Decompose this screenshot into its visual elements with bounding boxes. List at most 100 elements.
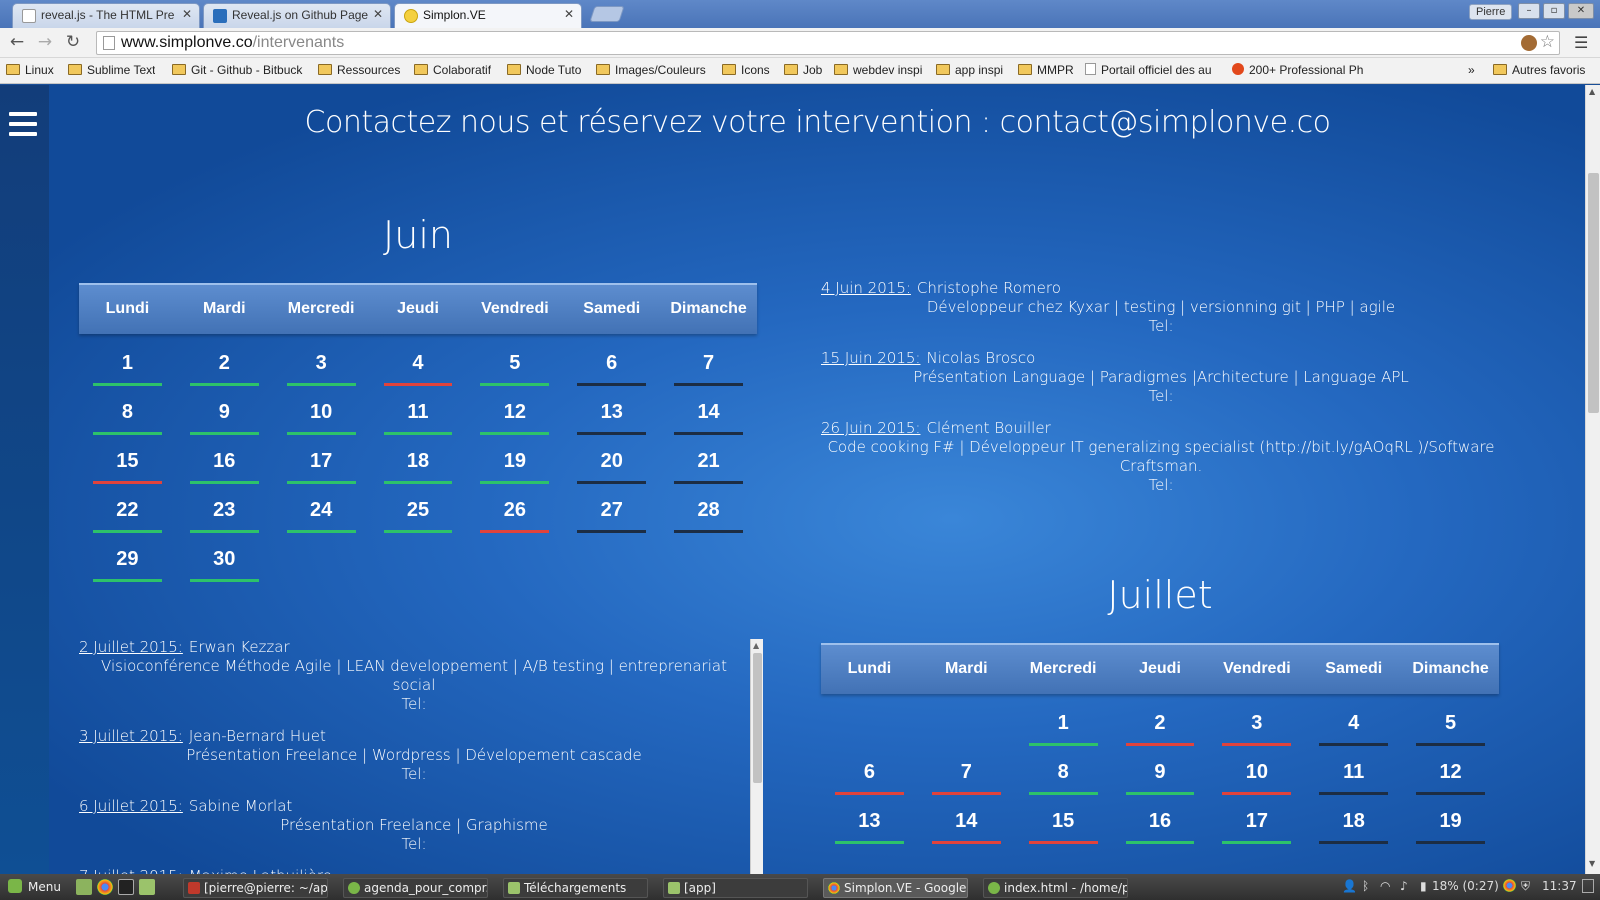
scroll-up-arrow-icon[interactable]: ▲ bbox=[753, 641, 759, 650]
calendar-day[interactable]: 19 bbox=[466, 444, 563, 493]
chrome-tray-icon[interactable] bbox=[1503, 879, 1516, 892]
minimize-button[interactable]: – bbox=[1518, 3, 1540, 19]
bookmark-folder[interactable]: Ressources bbox=[318, 63, 400, 77]
terminal-launcher-icon[interactable] bbox=[118, 879, 134, 895]
maximize-button[interactable]: ▫ bbox=[1543, 3, 1565, 19]
calendar-day[interactable]: 19 bbox=[1402, 804, 1499, 853]
bookmark-folder[interactable]: Colaboratif bbox=[414, 63, 491, 77]
calendar-day[interactable]: 9 bbox=[176, 395, 273, 444]
calendar-day[interactable]: 12 bbox=[466, 395, 563, 444]
close-icon[interactable]: ✕ bbox=[373, 7, 383, 21]
bookmark-folder[interactable]: MMPR bbox=[1018, 63, 1074, 77]
calendar-day[interactable]: 21 bbox=[660, 444, 757, 493]
bookmark-folder[interactable]: Job bbox=[784, 63, 822, 77]
calendar-day[interactable]: 8 bbox=[79, 395, 176, 444]
files-launcher-icon[interactable] bbox=[139, 879, 155, 895]
events-scrollbar[interactable]: ▲ bbox=[750, 639, 763, 874]
calendar-day[interactable]: 15 bbox=[79, 444, 176, 493]
calendar-day[interactable]: 4 bbox=[370, 346, 467, 395]
browser-menu-icon[interactable]: ☰ bbox=[1574, 33, 1588, 52]
calendar-day[interactable]: 13 bbox=[563, 395, 660, 444]
show-desktop-button[interactable] bbox=[1582, 879, 1594, 893]
event-date-link[interactable]: 2 Juillet 2015: bbox=[79, 638, 183, 656]
bookmarks-overflow-button[interactable]: » bbox=[1468, 63, 1475, 77]
battery-icon[interactable]: ▮ bbox=[1420, 879, 1427, 893]
bookmark-folder[interactable]: app inspi bbox=[936, 63, 1003, 77]
tab-simplonve[interactable]: Simplon.VE ✕ bbox=[394, 3, 582, 29]
calendar-day[interactable]: 11 bbox=[370, 395, 467, 444]
bookmark-link[interactable]: Portail officiel des au bbox=[1085, 63, 1227, 77]
event-date-link[interactable]: 26 Juin 2015: bbox=[821, 419, 920, 437]
calendar-day[interactable]: 24 bbox=[273, 493, 370, 542]
calendar-day[interactable]: 1 bbox=[79, 346, 176, 395]
bookmark-folder[interactable]: Linux bbox=[6, 63, 54, 77]
calendar-day[interactable]: 16 bbox=[176, 444, 273, 493]
calendar-day[interactable]: 14 bbox=[918, 804, 1015, 853]
user-icon[interactable]: 👤 bbox=[1342, 879, 1357, 893]
back-button[interactable]: ← bbox=[7, 32, 27, 52]
calendar-day[interactable]: 22 bbox=[79, 493, 176, 542]
calendar-day[interactable]: 18 bbox=[1305, 804, 1402, 853]
scroll-down-arrow-icon[interactable]: ▼ bbox=[1589, 859, 1595, 868]
address-bar[interactable]: www.simplonve.co/intervenants ☆ bbox=[96, 31, 1560, 55]
july-events-list[interactable]: 2 Juillet 2015: Erwan Kezzar Visioconféren… bbox=[79, 638, 749, 874]
new-tab-button[interactable] bbox=[589, 6, 625, 22]
calendar-day[interactable]: 7 bbox=[918, 755, 1015, 804]
scrollbar-thumb[interactable] bbox=[1588, 173, 1599, 413]
calendar-day[interactable]: 14 bbox=[660, 395, 757, 444]
scroll-up-arrow-icon[interactable]: ▲ bbox=[1589, 87, 1595, 96]
calendar-day[interactable]: 10 bbox=[1208, 755, 1305, 804]
calendar-day[interactable]: 2 bbox=[176, 346, 273, 395]
taskbar-window[interactable]: agenda_pour_compr... bbox=[343, 878, 488, 898]
calendar-day[interactable]: 10 bbox=[273, 395, 370, 444]
bluetooth-icon[interactable]: ᛒ bbox=[1362, 879, 1369, 893]
taskbar-window-active[interactable]: Simplon.VE - Google ... bbox=[823, 878, 968, 898]
calendar-day[interactable]: 3 bbox=[273, 346, 370, 395]
calendar-day[interactable]: 30 bbox=[176, 542, 273, 591]
bookmark-folder[interactable]: Icons bbox=[722, 63, 770, 77]
taskbar-window[interactable]: index.html - /home/pi... bbox=[983, 878, 1128, 898]
calendar-day[interactable]: 16 bbox=[1112, 804, 1209, 853]
hamburger-menu-icon[interactable] bbox=[9, 112, 37, 136]
page-scrollbar[interactable]: ▲ ▼ bbox=[1585, 85, 1600, 874]
calendar-day[interactable]: 28 bbox=[660, 493, 757, 542]
event-date-link[interactable]: 15 Juin 2015: bbox=[821, 349, 920, 367]
bookmark-folder[interactable]: Sublime Text bbox=[68, 63, 155, 77]
calendar-day[interactable]: 17 bbox=[273, 444, 370, 493]
scrollbar-thumb[interactable] bbox=[753, 653, 762, 783]
tab-revealjs[interactable]: reveal.js - The HTML Pre ✕ bbox=[12, 3, 200, 28]
close-icon[interactable]: ✕ bbox=[182, 7, 192, 21]
calendar-day[interactable]: 23 bbox=[176, 493, 273, 542]
profile-button[interactable]: Pierre bbox=[1469, 4, 1513, 20]
calendar-day[interactable]: 13 bbox=[821, 804, 918, 853]
calendar-day[interactable]: 17 bbox=[1208, 804, 1305, 853]
event-date-link[interactable]: 7 Juillet 2015: bbox=[79, 867, 183, 874]
close-icon[interactable]: ✕ bbox=[564, 7, 574, 21]
shield-icon[interactable]: ⛨ bbox=[1521, 879, 1530, 894]
bookmark-star-icon[interactable]: ☆ bbox=[1540, 32, 1555, 52]
other-bookmarks-folder[interactable]: Autres favoris bbox=[1493, 63, 1585, 77]
calendar-day[interactable]: 3 bbox=[1208, 706, 1305, 755]
calendar-day[interactable]: 6 bbox=[563, 346, 660, 395]
calendar-day[interactable]: 9 bbox=[1112, 755, 1209, 804]
calendar-day[interactable]: 4 bbox=[1305, 706, 1402, 755]
profile-avatar-icon[interactable] bbox=[1521, 35, 1537, 51]
tab-reveal-github[interactable]: Reveal.js on Github Page ✕ bbox=[203, 3, 391, 28]
event-date-link[interactable]: 3 Juillet 2015: bbox=[79, 727, 183, 745]
calendar-day[interactable]: 15 bbox=[1015, 804, 1112, 853]
bookmark-folder[interactable]: webdev inspi bbox=[834, 63, 922, 77]
calendar-day[interactable]: 8 bbox=[1015, 755, 1112, 804]
wifi-icon[interactable]: ◠ bbox=[1380, 879, 1390, 893]
start-menu-button[interactable]: Menu bbox=[2, 878, 67, 898]
volume-icon[interactable]: ♪ bbox=[1400, 879, 1408, 893]
calendar-day[interactable]: 5 bbox=[1402, 706, 1499, 755]
calendar-day[interactable]: 11 bbox=[1305, 755, 1402, 804]
calendar-day[interactable]: 12 bbox=[1402, 755, 1499, 804]
calendar-day[interactable]: 2 bbox=[1112, 706, 1209, 755]
calendar-day[interactable]: 25 bbox=[370, 493, 467, 542]
taskbar-window[interactable]: [pierre@pierre: ~/ap... bbox=[183, 878, 328, 898]
bookmark-folder[interactable]: Git - Github - Bitbuck bbox=[172, 63, 307, 77]
bookmark-link[interactable]: 200+ Professional Ph bbox=[1232, 63, 1400, 77]
taskbar-window[interactable]: Téléchargements bbox=[503, 878, 648, 898]
bookmark-folder[interactable]: Images/Couleurs bbox=[596, 63, 706, 77]
